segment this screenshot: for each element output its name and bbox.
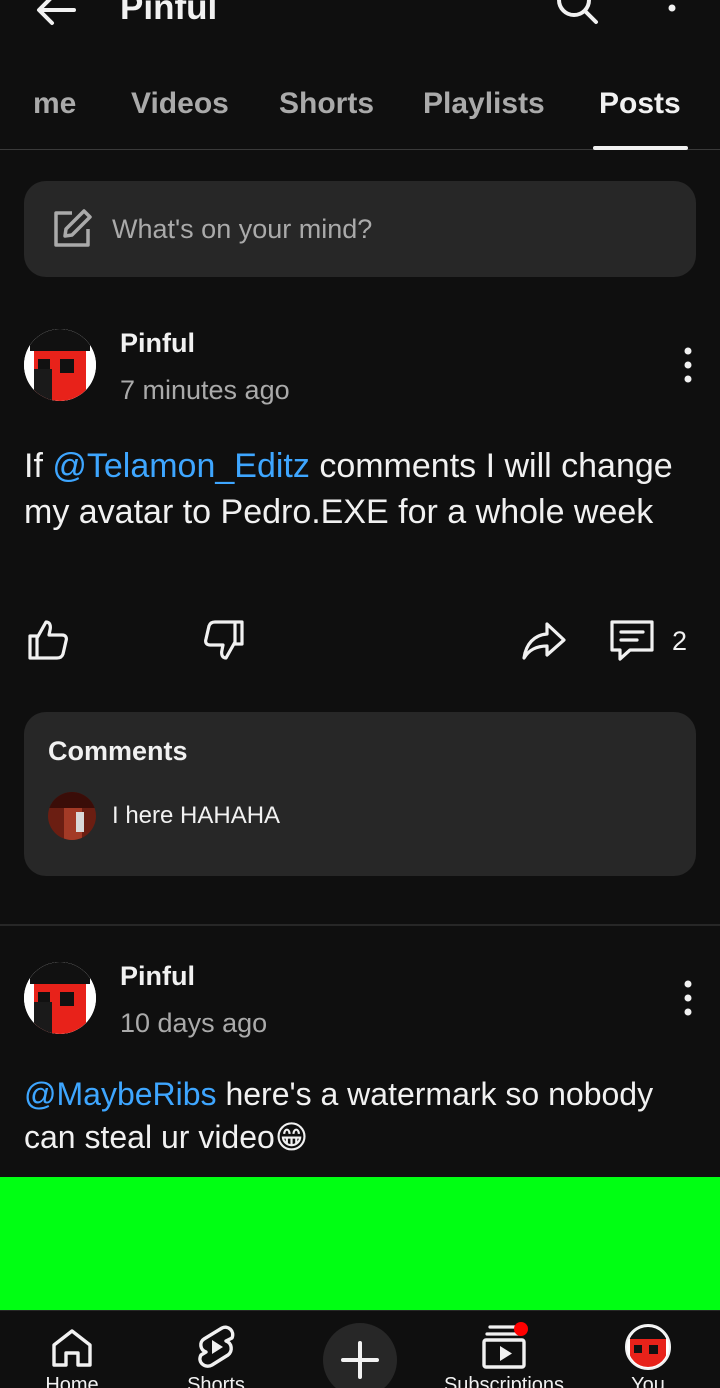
search-button[interactable] <box>552 0 600 30</box>
avatar-image <box>24 329 96 401</box>
share-button[interactable] <box>520 616 568 664</box>
create-post-placeholder: What's on your mind? <box>112 214 373 244</box>
post-menu-button[interactable] <box>676 978 700 1018</box>
nav-you-label: You <box>631 1374 665 1388</box>
channel-title: Pinful <box>120 0 218 27</box>
tab-posts[interactable]: Posts <box>599 84 681 124</box>
arrow-left-icon <box>37 0 76 25</box>
post-image[interactable] <box>0 1177 720 1312</box>
thumbs-up-icon <box>28 620 68 660</box>
nav-shorts-label: Shorts <box>187 1374 245 1388</box>
post-text: If @Telamon_Editz comments I will change… <box>24 443 684 535</box>
comment-count: 2 <box>672 626 688 656</box>
more-vert-icon <box>668 4 676 12</box>
edit-icon <box>50 207 94 251</box>
share-icon <box>522 622 566 660</box>
post-time: 7 minutes ago <box>120 375 290 405</box>
plus-icon <box>341 1341 379 1379</box>
notification-dot <box>514 1322 528 1336</box>
mention-link[interactable]: @Telamon_Editz <box>52 447 310 485</box>
nav-home-label: Home <box>45 1374 99 1388</box>
active-tab-indicator <box>593 146 688 150</box>
avatar[interactable] <box>24 329 96 401</box>
search-icon <box>557 0 598 24</box>
more-options-button[interactable] <box>660 0 684 30</box>
thumbs-down-icon <box>204 620 244 660</box>
comments-title: Comments <box>48 736 188 766</box>
nav-subscriptions-label: Subscriptions <box>443 1374 565 1388</box>
tab-shorts[interactable]: Shorts <box>279 84 374 124</box>
comment-icon <box>610 620 654 661</box>
nav-shorts[interactable]: Shorts <box>146 1311 286 1388</box>
avatar-icon <box>625 1324 671 1370</box>
mention-link[interactable]: @MaybeRibs <box>24 1076 217 1112</box>
like-button[interactable] <box>24 616 72 664</box>
more-vert-icon <box>684 980 692 1016</box>
nav-subscriptions[interactable]: Subscriptions <box>434 1311 574 1388</box>
post-text-prefix: If <box>24 447 53 485</box>
top-bar: Pinful <box>0 0 720 40</box>
avatar-image <box>24 962 96 1034</box>
post-time: 10 days ago <box>120 1008 268 1038</box>
post-author[interactable]: Pinful <box>120 327 195 359</box>
post-menu-button[interactable] <box>676 345 700 385</box>
post-divider <box>0 924 720 926</box>
create-post-box[interactable]: What's on your mind? <box>24 181 696 277</box>
shorts-icon <box>198 1325 235 1368</box>
tab-playlists[interactable]: Playlists <box>423 84 545 124</box>
avatar[interactable] <box>24 962 96 1034</box>
nav-you[interactable]: You <box>578 1311 718 1388</box>
back-button[interactable] <box>34 0 78 28</box>
channel-tabs: me Videos Shorts Playlists Posts <box>0 60 720 150</box>
tab-videos[interactable]: Videos <box>131 84 229 124</box>
nav-home[interactable]: Home <box>2 1311 142 1388</box>
tab-home[interactable]: me <box>33 84 76 124</box>
comments-preview[interactable]: Comments I here HAHAHA <box>24 712 696 876</box>
post-author[interactable]: Pinful <box>120 960 195 992</box>
more-vert-icon <box>684 347 692 383</box>
home-icon <box>52 1329 92 1367</box>
commenter-avatar <box>48 792 96 840</box>
create-button[interactable] <box>323 1323 397 1388</box>
post-text: @MaybeRibs here's a watermark so nobody … <box>24 1073 684 1159</box>
comments-button[interactable] <box>608 616 656 664</box>
comment-preview-text: I here HAHAHA <box>112 802 281 829</box>
dislike-button[interactable] <box>200 616 248 664</box>
bottom-navigation: Home Shorts Subscriptions You <box>0 1310 720 1388</box>
